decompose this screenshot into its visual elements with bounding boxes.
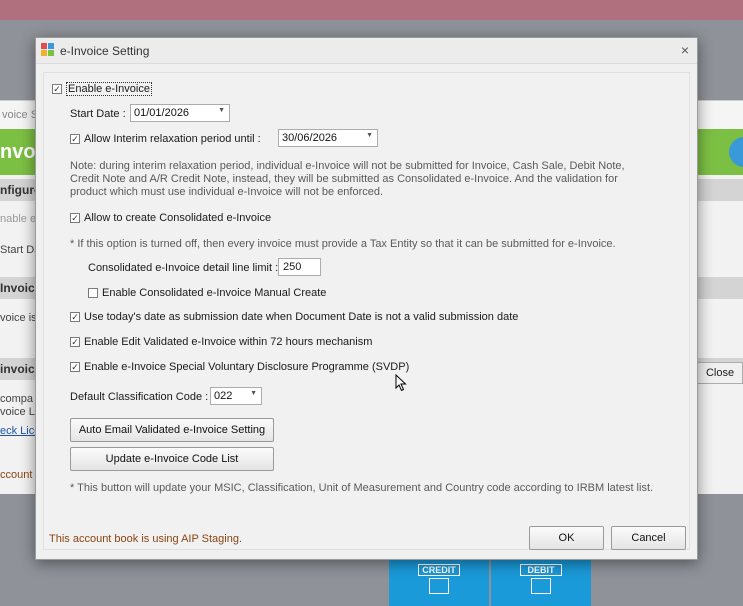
start-date-label: Start Date :	[70, 108, 126, 120]
dialog-titlebar[interactable]: e-Invoice Setting ×	[36, 38, 697, 64]
credit-tile-label: CREDIT	[418, 564, 460, 576]
background-close-button[interactable]: Close	[697, 362, 743, 384]
background-text: nable e	[0, 213, 37, 225]
dialog-title: e-Invoice Setting	[60, 44, 150, 58]
start-date-value: 01/01/2026	[134, 107, 190, 119]
close-icon[interactable]: ×	[681, 42, 689, 58]
background-text: voice is	[0, 312, 37, 324]
interim-relaxation-checkbox[interactable]: ✓ Allow Interim relaxation period until …	[70, 133, 261, 145]
chevron-down-icon: ▼	[366, 132, 373, 139]
debit-tile[interactable]: DEBIT	[491, 560, 591, 606]
manual-create-label: Enable Consolidated e-Invoice Manual Cre…	[102, 287, 327, 299]
app-icon	[41, 43, 54, 56]
today-date-checkbox[interactable]: ✓ Use today's date as submission date wh…	[70, 311, 518, 323]
checkbox-icon: ✓	[70, 312, 80, 322]
debit-tile-label: DEBIT	[520, 564, 562, 576]
checkbox-icon: ✓	[70, 337, 80, 347]
consolidated-note: * If this option is turned off, then eve…	[70, 238, 616, 250]
credit-tile[interactable]: CREDIT	[389, 560, 489, 606]
interim-note-line: Credit Note and A/R Credit Note, instead…	[70, 173, 618, 185]
checkbox-icon: ✓	[70, 134, 80, 144]
interim-note: Note: during interim relaxation period, …	[70, 160, 625, 199]
interim-note-line: Note: during interim relaxation period, …	[70, 160, 625, 172]
checkbox-icon: ✓	[52, 84, 62, 94]
mouse-cursor-icon	[395, 374, 407, 392]
edit-validated-label: Enable Edit Validated e-Invoice within 7…	[84, 336, 373, 348]
svdp-checkbox[interactable]: ✓ Enable e-Invoice Special Voluntary Dis…	[70, 361, 409, 373]
document-icon	[531, 578, 551, 594]
document-icon	[429, 578, 449, 594]
ok-button[interactable]: OK	[529, 526, 604, 550]
staging-notice: This account book is using AIP Staging.	[49, 533, 243, 545]
line-limit-label: Consolidated e-Invoice detail line limit…	[88, 262, 279, 274]
manual-create-checkbox[interactable]: Enable Consolidated e-Invoice Manual Cre…	[88, 287, 326, 299]
cancel-button[interactable]: Cancel	[611, 526, 686, 550]
settings-panel: ✓ Enable e-Invoice Start Date : 01/01/20…	[43, 72, 690, 550]
update-note: * This button will update your MSIC, Cla…	[70, 482, 654, 494]
einvoice-setting-dialog: e-Invoice Setting × ✓ Enable e-Invoice S…	[35, 37, 698, 560]
interim-note-line: product which must use individual e-Invo…	[70, 186, 384, 198]
classification-value: 022	[214, 390, 233, 402]
checkbox-icon: ✓	[70, 213, 80, 223]
enable-einvoice-label: Enable e-Invoice	[66, 82, 152, 96]
today-date-label: Use today's date as submission date when…	[84, 311, 519, 323]
start-date-picker[interactable]: 01/01/2026 ▼	[130, 104, 230, 122]
edit-validated-checkbox[interactable]: ✓ Enable Edit Validated e-Invoice within…	[70, 336, 372, 348]
consolidated-checkbox[interactable]: ✓ Allow to create Consolidated e-Invoice	[70, 212, 271, 224]
consolidated-label: Allow to create Consolidated e-Invoice	[84, 212, 272, 224]
checkbox-icon	[88, 288, 98, 298]
svdp-label: Enable e-Invoice Special Voluntary Discl…	[84, 361, 410, 373]
background-text: voice Li	[0, 406, 38, 418]
interim-relaxation-label: Allow Interim relaxation period until :	[84, 133, 261, 145]
background-header-icon	[729, 137, 743, 167]
interim-date-value: 30/06/2026	[282, 132, 338, 144]
update-code-list-button[interactable]: Update e-Invoice Code List	[70, 447, 274, 471]
chevron-down-icon: ▼	[218, 107, 225, 114]
checkbox-icon: ✓	[70, 362, 80, 372]
line-limit-input[interactable]: 250	[278, 258, 321, 276]
auto-email-setting-button[interactable]: Auto Email Validated e-Invoice Setting	[70, 418, 274, 442]
interim-date-picker[interactable]: 30/06/2026 ▼	[278, 129, 378, 147]
classification-select[interactable]: 022 ▼	[210, 387, 262, 405]
background-text: compa	[0, 393, 34, 405]
classification-label: Default Classification Code :	[70, 391, 209, 403]
background-top-bar	[0, 0, 743, 20]
chevron-down-icon: ▼	[250, 390, 257, 397]
enable-einvoice-checkbox[interactable]: ✓ Enable e-Invoice	[52, 82, 152, 96]
